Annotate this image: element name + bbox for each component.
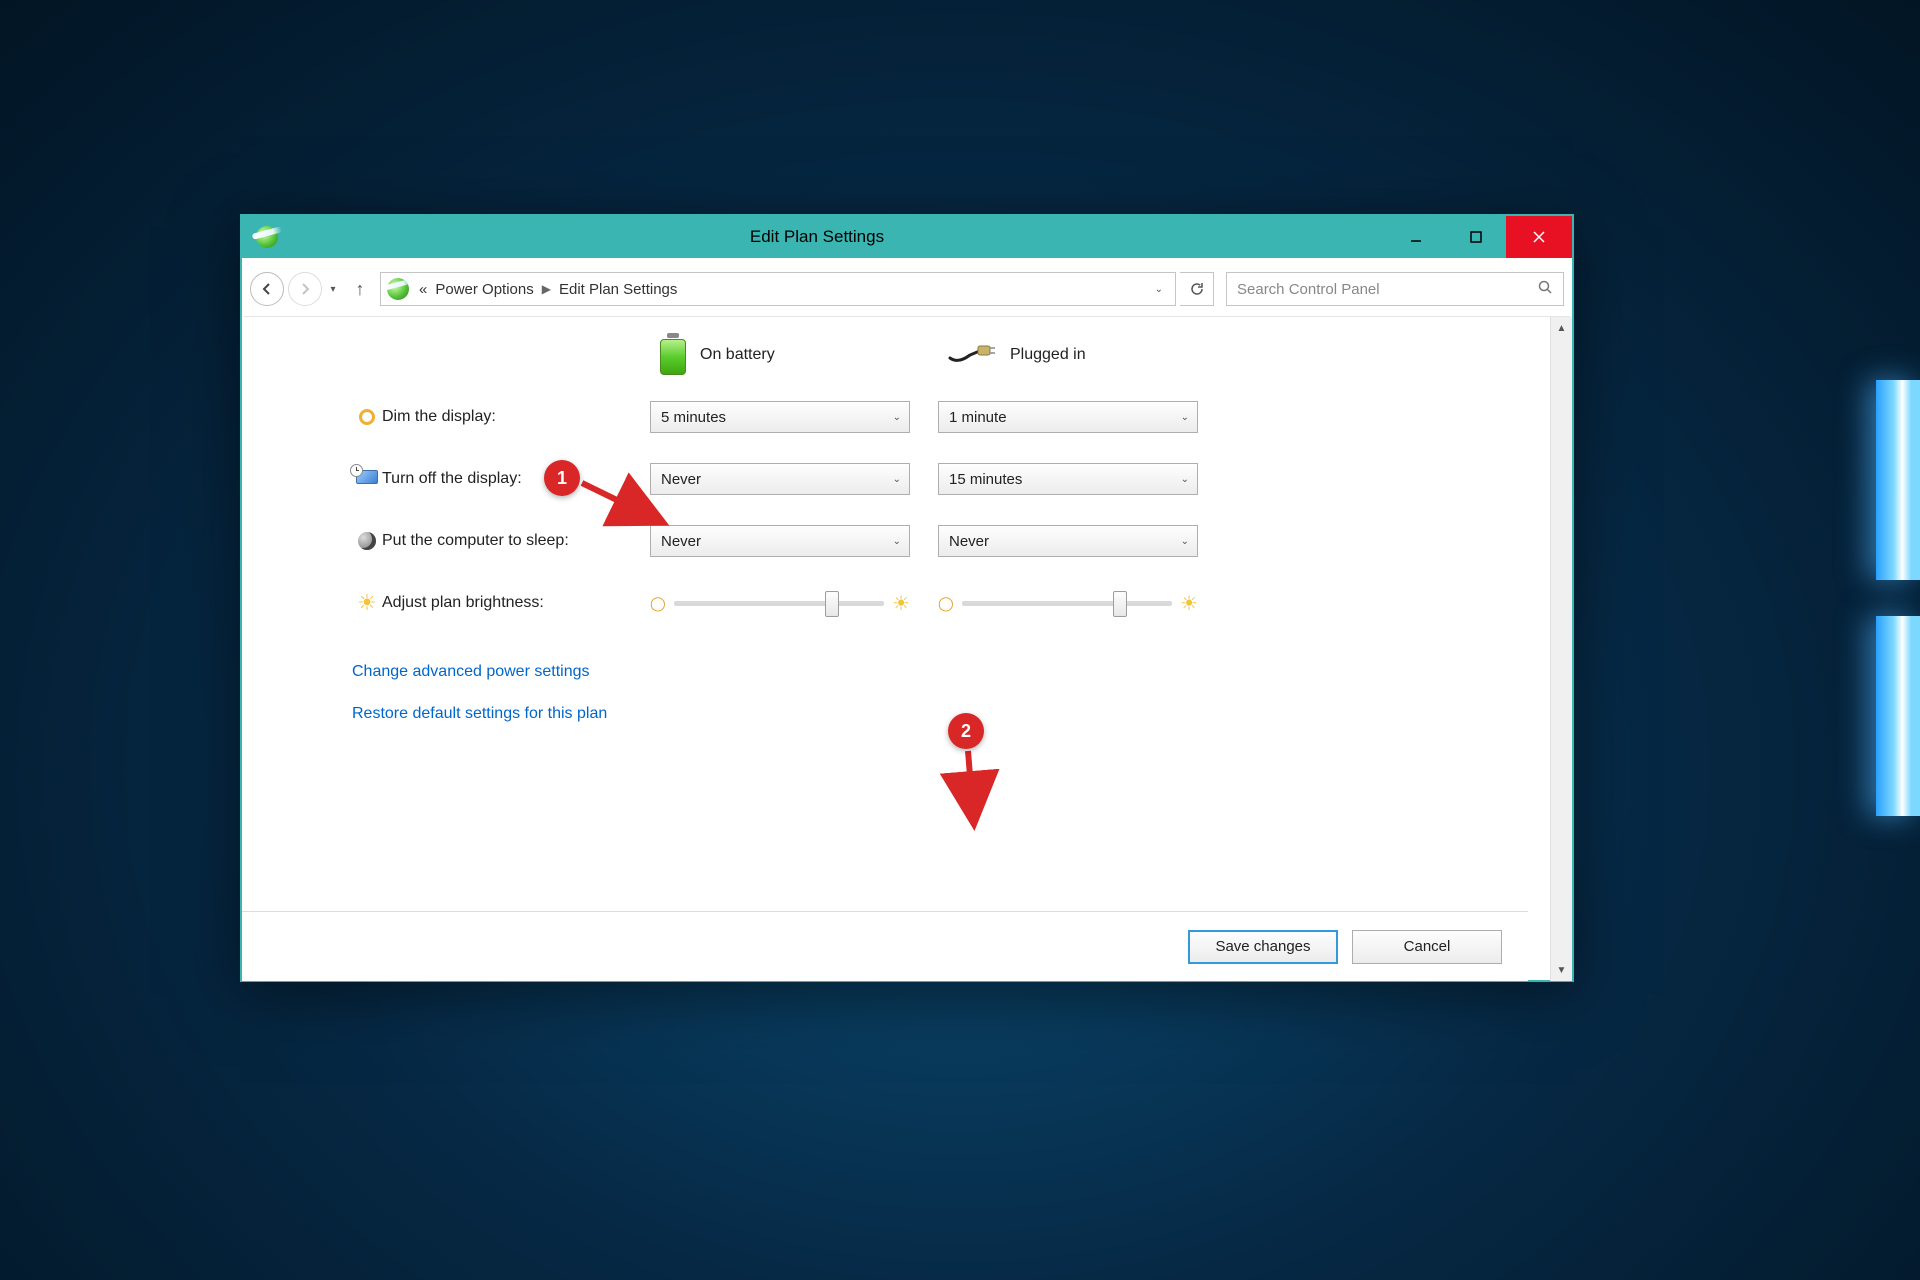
plug-icon [948,344,996,366]
maximize-button[interactable] [1446,216,1506,258]
dim-plugged-dropdown[interactable]: 1 minute⌄ [938,401,1198,433]
brightness-plugged-slider[interactable]: ◯ ☀ [938,587,1198,619]
dim-display-row: Dim the display: 5 minutes⌄ 1 minute⌄ [352,401,1526,433]
annotation-badge-1: 1 [544,460,580,496]
window-controls [1386,216,1572,258]
annotation-arrow-2 [954,749,994,844]
sun-icon: ☀ [357,592,377,614]
titlebar[interactable]: Edit Plan Settings [242,216,1572,258]
column-headers: On battery Plugged in [660,335,1526,375]
search-input[interactable] [1237,281,1537,298]
sleep-plugged-dropdown[interactable]: Never⌄ [938,525,1198,557]
power-options-icon [256,226,278,248]
battery-icon [660,335,686,375]
save-changes-button[interactable]: Save changes [1188,930,1338,964]
sun-big-icon: ☀ [892,591,910,616]
chevron-down-icon: ⌄ [893,474,901,485]
window-title: Edit Plan Settings [248,227,1386,247]
turnoff-plugged-dropdown[interactable]: 15 minutes⌄ [938,463,1198,495]
chevron-down-icon: ⌄ [1181,474,1189,485]
chevron-down-icon: ⌄ [893,412,901,423]
brightness-row: ☀ Adjust plan brightness: ◯ ☀ ◯ ☀ [352,587,1526,619]
minimize-button[interactable] [1386,216,1446,258]
links-section: Change advanced power settings Restore d… [352,663,1526,723]
address-dropdown[interactable]: ⌄ [1155,284,1163,295]
search-icon [1537,279,1553,300]
advanced-settings-link[interactable]: Change advanced power settings [352,663,1526,681]
chevron-down-icon: ⌄ [893,536,901,547]
desktop-decoration [1876,380,1920,820]
refresh-button[interactable] [1180,272,1214,306]
scroll-up-button[interactable]: ▲ [1551,317,1572,339]
up-button[interactable]: ↑ [348,279,372,300]
brightness-battery-slider[interactable]: ◯ ☀ [650,587,910,619]
chevron-right-icon: ▶ [542,282,551,296]
address-bar[interactable]: « Power Options ▶ Edit Plan Settings ⌄ [380,272,1176,306]
setting-label: Adjust plan brightness: [382,594,650,612]
annotation-arrow-1 [578,477,678,542]
close-button[interactable] [1506,216,1572,258]
forward-button[interactable] [288,272,322,306]
breadcrumb-item[interactable]: Power Options [435,281,533,298]
sun-small-icon: ◯ [650,595,666,612]
history-dropdown[interactable]: ▾ [326,284,340,295]
cancel-button[interactable]: Cancel [1352,930,1502,964]
navigation-bar: ▾ ↑ « Power Options ▶ Edit Plan Settings… [250,266,1564,312]
moon-icon [358,532,376,550]
sleep-battery-dropdown[interactable]: Never⌄ [650,525,910,557]
breadcrumb-prefix: « [419,281,427,298]
sun-small-icon: ◯ [938,595,954,612]
content-area: On battery Plugged in Dim the display: 5… [242,317,1550,981]
setting-label: Dim the display: [382,408,650,426]
footer-bar: Save changes Cancel [242,911,1528,981]
chevron-down-icon: ⌄ [1181,536,1189,547]
search-box[interactable] [1226,272,1564,306]
scroll-down-button[interactable]: ▼ [1551,959,1572,981]
vertical-scrollbar[interactable]: ▲ ▼ [1550,317,1572,981]
turn-off-display-row: Turn off the display: Never⌄ 15 minutes⌄ [352,463,1526,495]
column-battery-label: On battery [700,346,775,364]
breadcrumb-item[interactable]: Edit Plan Settings [559,281,677,298]
monitor-icon [356,470,378,488]
chevron-down-icon: ⌄ [1181,412,1189,423]
restore-defaults-link[interactable]: Restore default settings for this plan [352,705,1526,723]
turnoff-battery-dropdown[interactable]: Never⌄ [650,463,910,495]
column-plugged-label: Plugged in [1010,346,1086,364]
annotation-badge-2: 2 [948,713,984,749]
dim-icon [359,409,375,425]
back-button[interactable] [250,272,284,306]
dim-battery-dropdown[interactable]: 5 minutes⌄ [650,401,910,433]
power-options-icon [387,278,409,300]
sleep-row: Put the computer to sleep: Never⌄ Never⌄ [352,525,1526,557]
edit-plan-settings-window: Edit Plan Settings ▾ ↑ « Power Options ▶ [240,214,1574,982]
sun-big-icon: ☀ [1180,591,1198,616]
